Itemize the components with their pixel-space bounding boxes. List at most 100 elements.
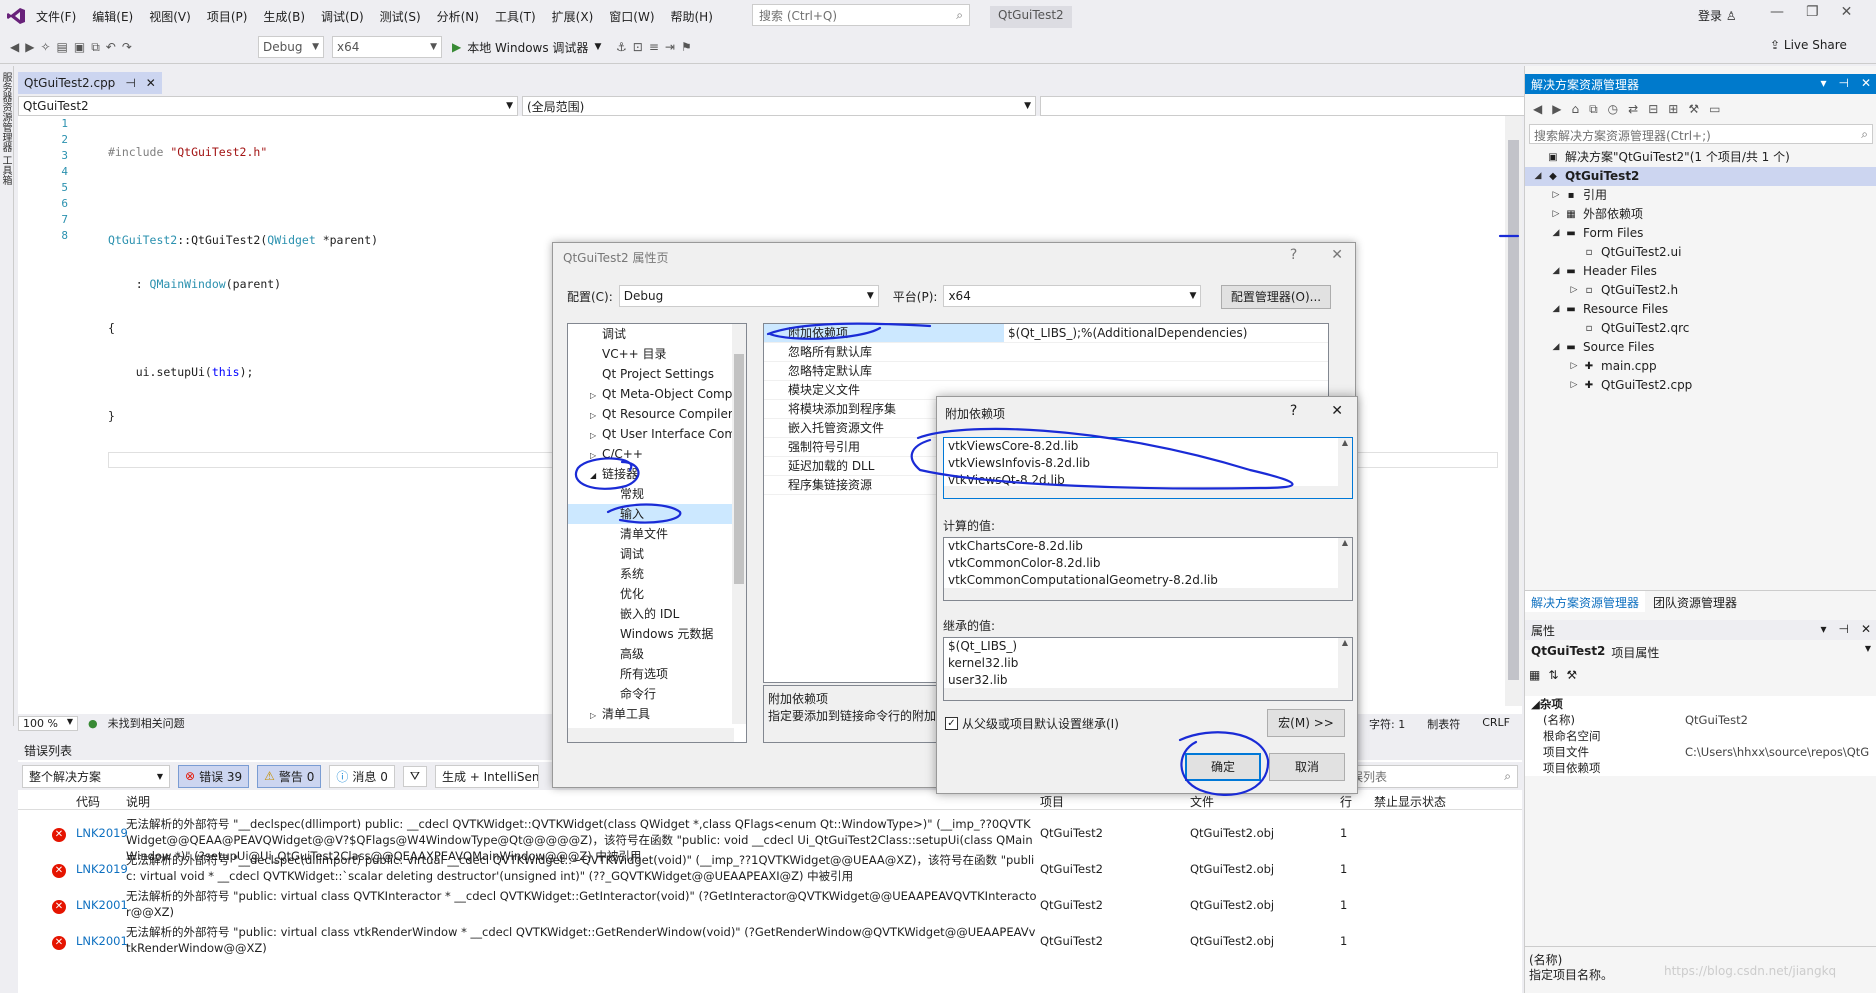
property-row[interactable]: (名称) QtGuiTest2 [1525,712,1876,728]
expand-icon[interactable]: ▷ [1549,186,1563,205]
member-nav-dropdown[interactable]: ▼ [1040,96,1536,116]
help-icon[interactable]: ? [1290,247,1297,263]
dependencies-edit-box[interactable]: vtkViewsCore-8.2d.lib vtkViewsInfovis-8.2… [943,437,1353,499]
nav-item[interactable]: 调试 [568,324,746,344]
expand-icon[interactable]: ▷ [590,406,602,424]
wrench-icon[interactable]: ⚒ [1688,102,1699,116]
horizontal-scrollbar[interactable] [944,688,1352,700]
scrollbar-thumb[interactable] [734,354,744,584]
expand-icon[interactable]: ▷ [590,386,602,404]
redo-icon[interactable]: ↷ [122,40,132,54]
error-row[interactable]: ✕ LNK2001 无法解析的外部符号 "public: virtual class… [18,924,1522,960]
alphabetical-icon[interactable]: ⇅ [1548,668,1558,682]
solution-tree-node[interactable]: ▷ ▫ QtGuiTest2.h [1525,281,1876,300]
inherit-checkbox[interactable]: ✓ 从父级或项目默认设置继承(I) [945,715,1119,732]
solution-search-input[interactable]: 搜索解决方案资源管理器(Ctrl+;) ⌕ [1529,124,1873,144]
restore-icon[interactable]: ❐ [1806,4,1819,20]
menu-item[interactable]: 帮助(H) [663,8,721,25]
expand-icon[interactable]: ▷ [1567,281,1581,300]
tab-team-explorer[interactable]: 团队资源管理器 [1647,591,1743,612]
new-project-icon[interactable]: ✧ [40,40,50,54]
solution-tree-node[interactable]: ◢ ▬ Form Files [1525,224,1876,243]
menu-item[interactable]: 扩展(X) [544,8,602,25]
expand-icon[interactable]: ▷ [1567,357,1581,376]
linker-input-row[interactable]: 忽略特定默认库 [764,362,1328,381]
ok-button[interactable]: 确定 [1185,753,1261,781]
attach-icon[interactable]: ⚓ [616,40,627,54]
nav-item[interactable]: 所有选项 [568,664,746,684]
expand-icon[interactable]: ◢ [1549,338,1563,357]
error-scope-dropdown[interactable]: 整个解决方案 ▼ [22,764,170,788]
tab-solution-explorer[interactable]: 解决方案资源管理器 [1525,591,1646,612]
collapse-all-icon[interactable]: ⊟ [1648,102,1658,116]
error-row[interactable]: ✕ LNK2019 无法解析的外部符号 "__declspec(dllimport)… [18,852,1522,888]
platform-dropdown[interactable]: x64 ▼ [943,285,1202,307]
column-line[interactable]: 行 [1340,793,1352,810]
computed-values-list[interactable]: vtkChartsCore-8.2d.lib vtkCommonColor-8.2… [943,537,1353,601]
nav-item[interactable]: Windows 元数据 [568,624,746,644]
back-icon[interactable]: ◀ [10,40,19,54]
menu-item[interactable]: 项目(P) [199,8,256,25]
nav-item[interactable]: ▷ 清单工具 [568,704,746,724]
inherited-values-list[interactable]: $(Qt_LIBS_)kernel32.libuser32.libgdi32.l… [943,637,1353,701]
back-icon[interactable]: ◀ [1533,102,1542,116]
solution-config-dropdown[interactable]: Debug ▼ [258,36,324,58]
expand-icon[interactable]: ◢ [1531,167,1545,186]
nav-tree-scrollbar[interactable] [732,324,746,724]
warnings-filter-button[interactable]: ⚠ 警告 0 [257,764,322,788]
forward-icon[interactable]: ▶ [25,40,34,54]
errors-filter-button[interactable]: ⊗ 错误 39 [178,764,250,788]
solution-tree-node[interactable]: ▣ 解决方案"QtGuiTest2"(1 个项目/共 1 个) [1525,148,1876,167]
wrench-icon[interactable]: ⚒ [1566,668,1577,682]
expand-icon[interactable]: ▷ [1549,205,1563,224]
forward-icon[interactable]: ▶ [1552,102,1561,116]
nav-item[interactable]: 命令行 [568,684,746,704]
cancel-button[interactable]: 取消 [1269,753,1345,781]
nav-item[interactable]: ▷Qt User Interface Compiler [568,424,746,444]
nav-item[interactable]: 常规 [568,484,746,504]
nav-item[interactable]: ▷ Qt Meta-Object Compiler [568,384,746,404]
linker-input-row[interactable]: 忽略所有默认库 [764,343,1328,362]
menu-item[interactable]: 窗口(W) [601,8,662,25]
properties-object-selector[interactable]: QtGuiTest2 项目属性 ▼ [1529,642,1873,662]
menu-item[interactable]: 生成(B) [255,8,313,25]
history-icon[interactable]: ◷ [1608,102,1618,116]
side-tool-strip[interactable]: 服务器资源管理器 工具箱 [0,66,14,726]
solution-platform-dropdown[interactable]: x64 ▼ [332,36,442,58]
property-row[interactable]: 项目文件 C:\Users\hhxx\source\repos\QtG [1525,744,1876,760]
save-all-icon[interactable]: ⧉ [91,40,100,55]
expand-icon[interactable]: ▷ [590,446,602,464]
minimize-icon[interactable]: — [1770,4,1784,20]
solution-tree-node[interactable]: ▫ QtGuiTest2.ui [1525,243,1876,262]
solution-tree-node[interactable]: ▷ ✚ main.cpp [1525,357,1876,376]
nav-item[interactable]: 清单文件 [568,524,746,544]
close-icon[interactable]: ✕ [1331,247,1343,263]
sign-in-link[interactable]: 登录 ♙ [1698,7,1737,24]
expand-icon[interactable]: ◢ [1549,224,1563,243]
column-suppression[interactable]: 禁止显示状态 [1374,793,1446,810]
scrollbar-thumb[interactable] [1508,140,1519,680]
property-row[interactable]: 根命名空间 [1525,728,1876,744]
camera-icon[interactable]: ⊡ [633,40,643,54]
show-all-files-icon[interactable]: ⊞ [1668,102,1678,116]
solution-tree-node[interactable]: ▷ ▦ 外部依赖项 [1525,205,1876,224]
build-filter-dropdown[interactable]: 生成 + IntelliSense [434,764,539,788]
issues-status[interactable]: 未找到相关问题 [108,715,185,731]
column-code[interactable]: 代码 [76,793,100,810]
nav-item[interactable]: 调试 [568,544,746,564]
bookmark-icon[interactable]: ⚑ [681,40,692,54]
property-row[interactable]: 项目依赖项 [1525,760,1876,776]
nav-item[interactable]: 优化 [568,584,746,604]
horizontal-scrollbar[interactable] [944,486,1352,498]
nav-item[interactable]: VC++ 目录 [568,344,746,364]
preview-icon[interactable]: ▭ [1709,102,1720,116]
config-manager-button[interactable]: 配置管理器(O)... [1221,285,1331,309]
quick-search-input[interactable]: 搜索 (Ctrl+Q) ⌕ [752,4,970,26]
nav-item[interactable]: 系统 [568,564,746,584]
nav-tree-horizontal-scrollbar[interactable] [568,728,734,742]
editor-vertical-scrollbar[interactable] [1505,116,1522,706]
expand-icon[interactable]: ▷ [590,706,602,724]
pin-icon[interactable]: ⊣ [1838,76,1848,92]
filter-icon[interactable]: ⛛ [402,765,427,787]
nav-item[interactable]: ▷ C/C++ [568,444,746,464]
